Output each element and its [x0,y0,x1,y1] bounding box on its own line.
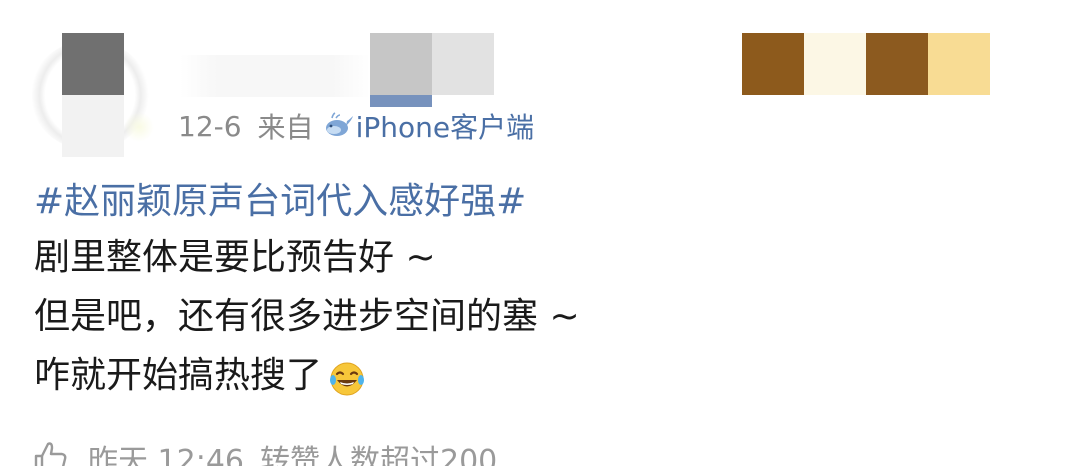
body-line-1: 剧里整体是要比预告好 ~ [34,237,436,278]
username-mosaic-1[interactable] [370,33,432,95]
avatar-vip-glow [124,112,154,142]
footer-repost-note: 转赞人数超过200 [260,444,498,466]
weibo-whale-icon [322,112,354,140]
post-body: #赵丽颖原声台词代入感好强# 剧里整体是要比预告好 ~ 但是吧，还有很多进步空间… [34,176,1034,405]
post-footer: 昨天 12:46 转赞人数超过200 [30,438,497,466]
body-line-3: 咋就开始搞热搜了 [34,346,1034,405]
badge-mosaic-1 [742,33,804,95]
avatar-mosaic-top[interactable] [62,33,124,95]
topic-hashtag-link[interactable]: #赵丽颖原声台词代入感好强# [34,176,1034,228]
body-line-3-text: 咋就开始搞热搜了 [34,355,323,396]
laugh-cry-emoji-icon [328,357,366,395]
badge-mosaic-2 [804,33,866,95]
post-meta: 12-6 来自 iPhone客户端 [178,106,535,146]
username-blur [180,55,370,97]
weibo-comment-card: 12-6 来自 iPhone客户端 #赵丽颖原声台词代入感好强# 剧里整体是要比… [0,0,1080,466]
footer-time: 昨天 12:46 [88,444,244,466]
source-prefix: 来自 [257,111,314,144]
username-mosaic-2[interactable] [432,33,494,95]
avatar-mosaic-bottom[interactable] [62,95,124,157]
post-date: 12-6 [178,109,242,143]
badge-mosaic-4 [928,33,990,95]
badge-mosaic-3 [866,33,928,95]
body-line-2: 但是吧，还有很多进步空间的塞 ~ [34,296,580,337]
thumbs-up-icon[interactable] [30,438,70,466]
source-client-link[interactable]: iPhone客户端 [356,106,535,146]
